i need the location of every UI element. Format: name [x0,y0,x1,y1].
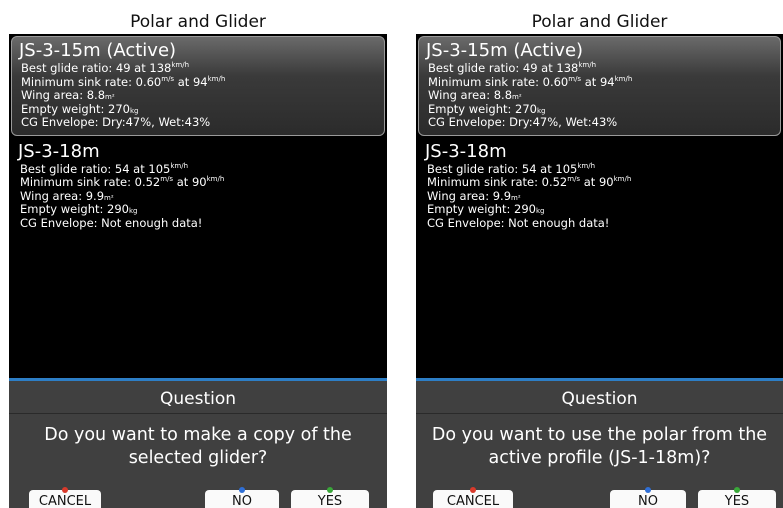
glider-item-js3-15m[interactable]: JS-3-15m (Active) Best glide ratio: 49 a… [418,36,781,136]
min-sink-rate: Minimum sink rate: 0.52m/s at 90km/h [427,175,632,189]
page-title: Polar and Glider [416,10,783,34]
cancel-button[interactable]: CANCEL [29,487,101,508]
glider-list: JS-3-15m (Active) Best glide ratio: 49 a… [9,34,387,235]
yes-button[interactable]: YES [291,487,369,508]
best-glide-ratio: Best glide ratio: 49 at 138km/h [428,61,597,75]
dialog-title: Question [416,381,783,414]
glider-name: JS-3-15m (Active) [426,40,584,61]
empty-weight: Empty weight: 270kg [428,101,546,116]
glider-item-js3-18m[interactable]: JS-3-18m Best glide ratio: 54 at 105km/h… [11,138,385,236]
question-dialog: Question Do you want to use the polar fr… [416,378,783,508]
blue-dot-icon [239,487,245,493]
min-sink-rate: Minimum sink rate: 0.60m/s at 94km/h [21,74,226,89]
empty-weight: Empty weight: 290kg [20,202,138,216]
yes-button[interactable]: YES [698,487,776,508]
best-glide-ratio: Best glide ratio: 54 at 105km/h [427,161,596,176]
cg-envelope: CG Envelope: Not enough data! [427,215,610,230]
wing-area: Wing area: 9.9m² [20,188,114,203]
wing-area: Wing area: 9.9m² [427,188,521,203]
dialog-message: Do you want to use the polar from the ac… [431,425,768,468]
cg-envelope: CG Envelope: Dry:47%, Wet:43% [428,115,618,129]
green-dot-icon [734,487,740,493]
question-dialog: Question Do you want to make a copy of t… [9,378,387,508]
screen-use-polar: Polar and Glider JS-3-15m (Active) Best … [416,10,783,508]
wing-area: Wing area: 8.8m² [428,88,522,102]
empty-weight: Empty weight: 290kg [427,202,545,216]
best-glide-ratio: Best glide ratio: 54 at 105km/h [20,161,189,176]
cg-envelope: CG Envelope: Not enough data! [20,215,203,230]
no-button[interactable]: NO [610,487,686,508]
glider-name: JS-3-15m (Active) [19,40,177,61]
screen-copy-glider: Polar and Glider JS-3-15m (Active) Best … [9,10,387,508]
no-button[interactable]: NO [205,487,279,508]
dialog-title: Question [9,381,387,414]
red-dot-icon [470,487,476,493]
red-dot-icon [62,487,68,493]
glider-item-js3-15m[interactable]: JS-3-15m (Active) Best glide ratio: 49 a… [11,36,385,136]
min-sink-rate: Minimum sink rate: 0.60m/s at 94km/h [428,74,633,89]
blue-dot-icon [645,487,651,493]
glider-name: JS-3-18m [18,140,100,162]
min-sink-rate: Minimum sink rate: 0.52m/s at 90km/h [20,175,225,189]
glider-name: JS-3-18m [425,140,507,162]
cancel-button[interactable]: CANCEL [433,487,513,508]
best-glide-ratio: Best glide ratio: 49 at 138km/h [21,61,190,75]
empty-weight: Empty weight: 270kg [21,101,139,116]
cg-envelope: CG Envelope: Dry:47%, Wet:43% [21,115,211,129]
page-title: Polar and Glider [9,10,387,34]
glider-item-js3-18m[interactable]: JS-3-18m Best glide ratio: 54 at 105km/h… [418,138,781,236]
green-dot-icon [327,487,333,493]
wing-area: Wing area: 8.8m² [21,88,115,102]
glider-list: JS-3-15m (Active) Best glide ratio: 49 a… [416,34,783,235]
dialog-message: Do you want to make a copy of the select… [44,425,352,468]
